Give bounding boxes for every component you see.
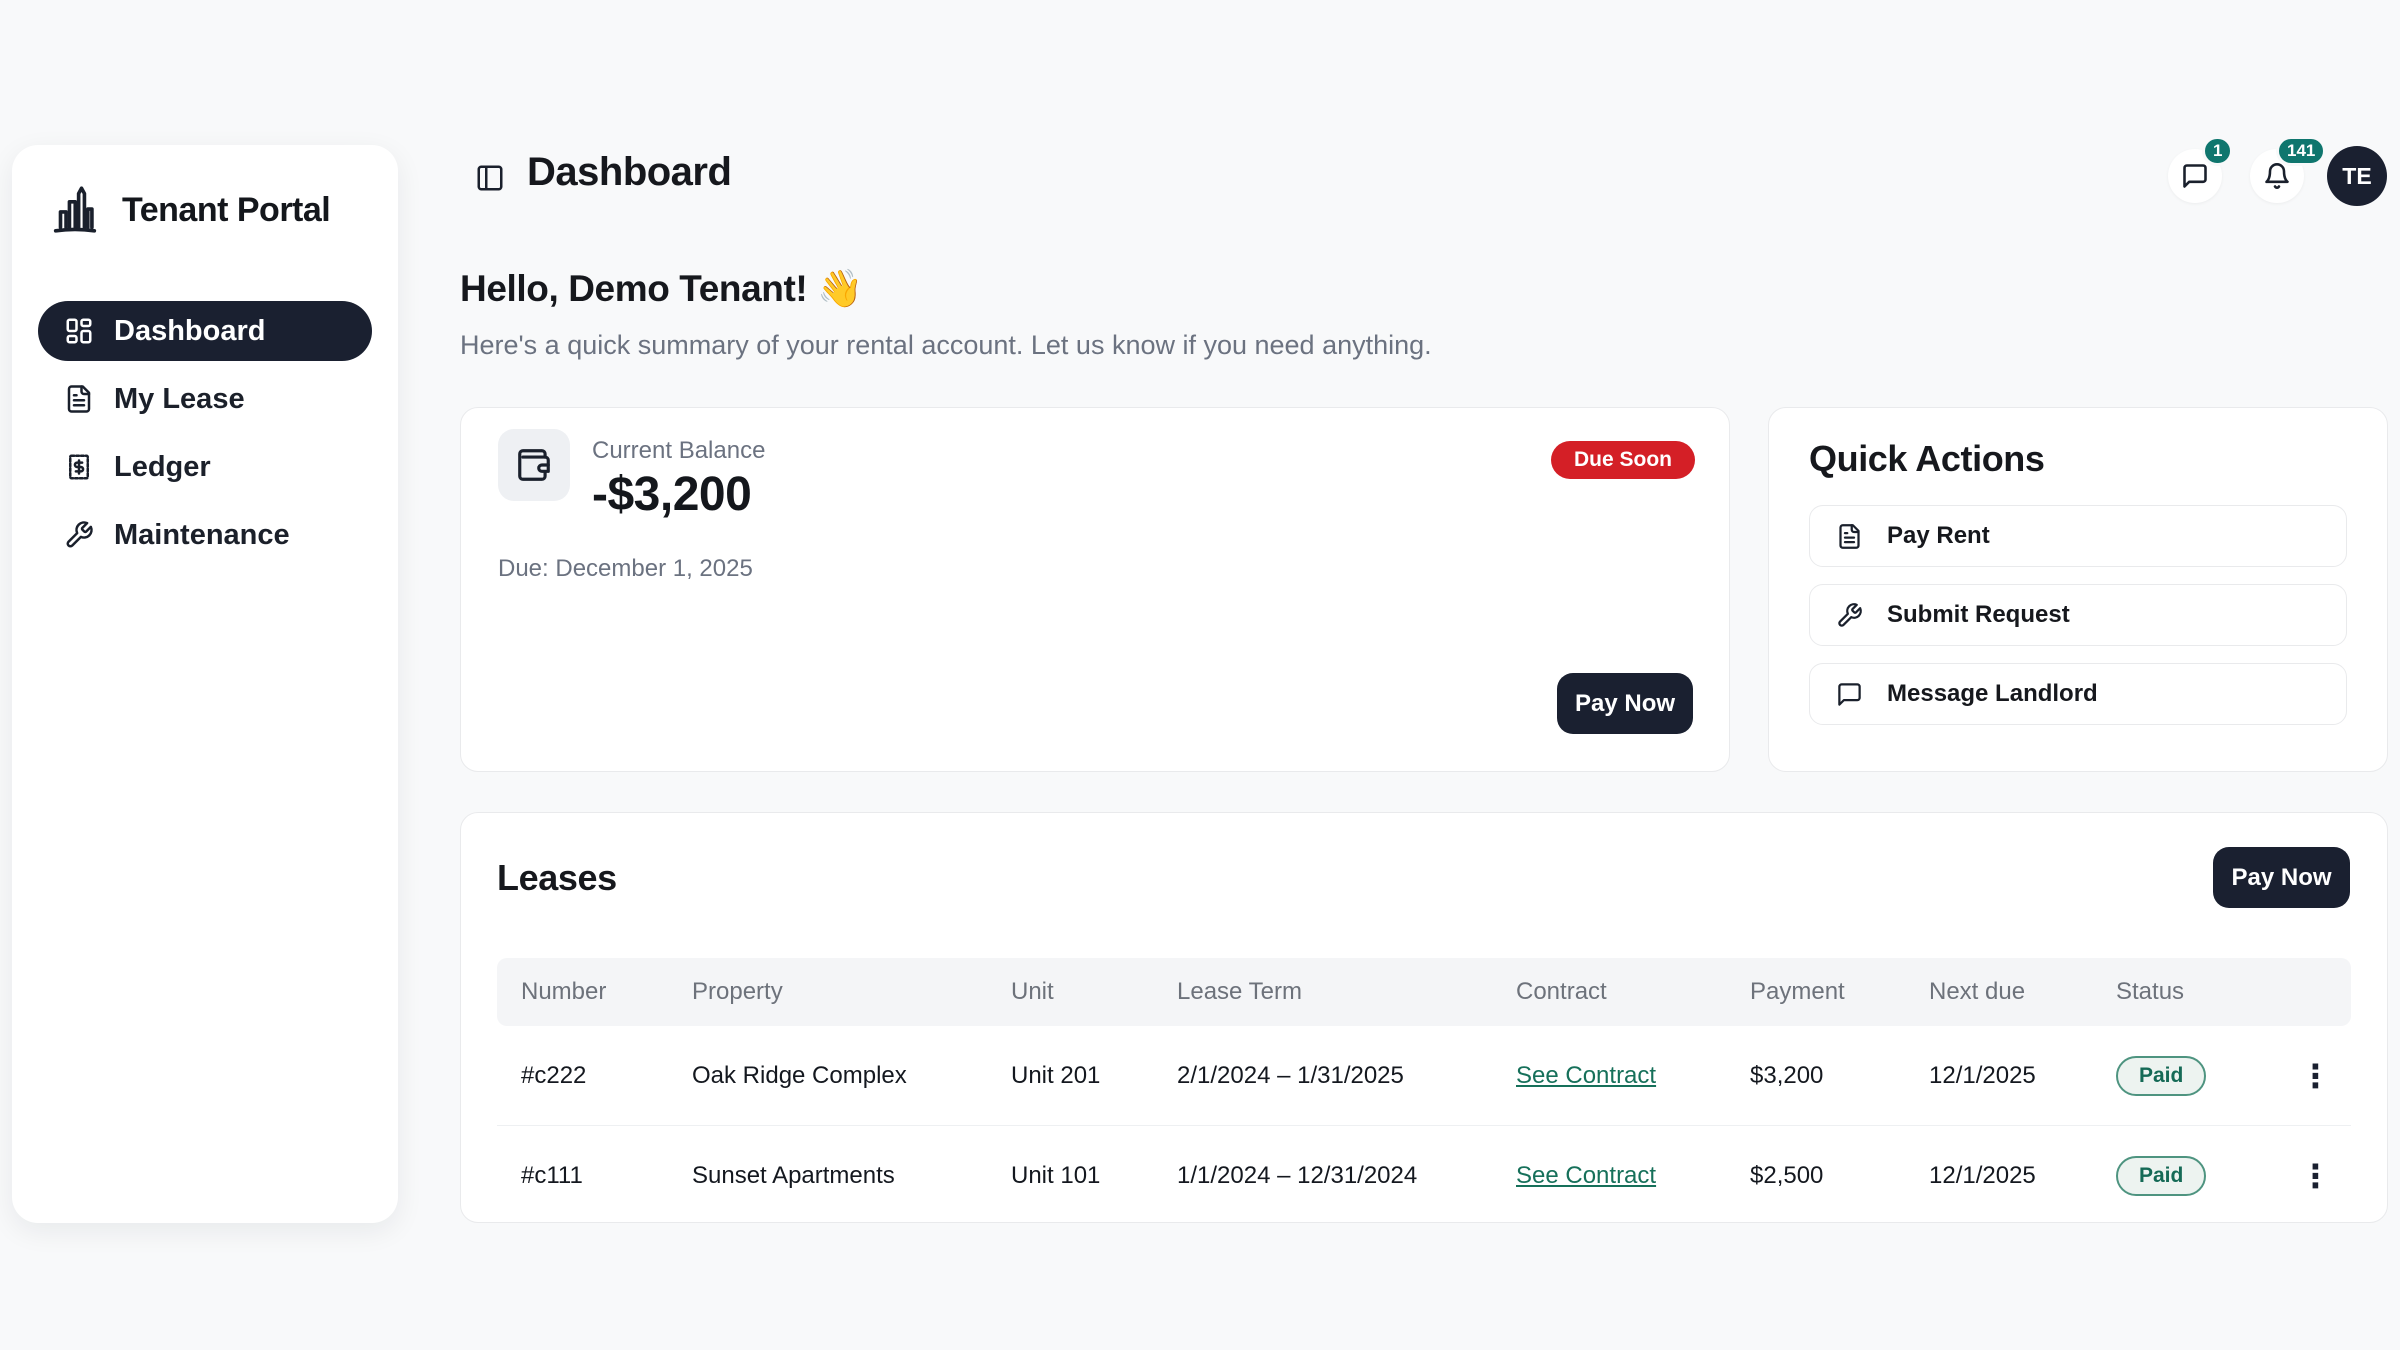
brand-title: Tenant Portal <box>122 191 330 230</box>
due-date-text: Due: December 1, 2025 <box>498 555 753 583</box>
bell-icon <box>2263 162 2291 190</box>
tenant-portal-app: Tenant Portal Dashboard My Lease <box>0 0 2400 1350</box>
lease-property: Oak Ridge Complex <box>668 1062 987 1090</box>
city-buildings-icon <box>46 181 104 239</box>
column-header-number: Number <box>497 978 668 1006</box>
chat-bubble-icon <box>1836 681 1863 708</box>
wave-emoji: 👋 <box>817 268 863 309</box>
balance-label: Current Balance <box>592 437 765 465</box>
kebab-menu-icon[interactable]: ⋮ <box>2280 1157 2351 1195</box>
document-icon <box>64 384 94 414</box>
notifications-count-badge: 141 <box>2276 136 2326 166</box>
wrench-icon <box>1836 602 1863 629</box>
see-contract-link[interactable]: See Contract <box>1516 1062 1656 1089</box>
message-landlord-button[interactable]: Message Landlord <box>1809 663 2347 725</box>
leases-title: Leases <box>497 857 617 899</box>
lease-number: #c111 <box>497 1162 668 1190</box>
lease-property: Sunset Apartments <box>668 1162 987 1190</box>
table-row: #c111 Sunset Apartments Unit 101 1/1/202… <box>497 1126 2351 1223</box>
greeting-subtitle: Here's a quick summary of your rental ac… <box>460 330 1432 361</box>
sidebar-item-my-lease[interactable]: My Lease <box>38 369 372 429</box>
column-header-next-due: Next due <box>1905 978 2092 1006</box>
receipt-dollar-icon <box>64 452 94 482</box>
sidebar-item-label: Ledger <box>114 451 211 484</box>
balance-summary: Current Balance -$3,200 <box>498 429 765 522</box>
current-balance-card: Current Balance -$3,200 Due Soon Due: De… <box>460 407 1730 772</box>
status-badge: Paid <box>2116 1056 2206 1096</box>
panel-left-icon <box>475 163 505 193</box>
column-header-property: Property <box>668 978 987 1006</box>
action-label: Message Landlord <box>1887 680 2098 708</box>
due-soon-badge: Due Soon <box>1551 441 1695 479</box>
column-header-unit: Unit <box>987 978 1153 1006</box>
column-header-contract: Contract <box>1492 978 1726 1006</box>
leases-card: Leases Pay Now Number Property Unit Leas… <box>460 812 2388 1223</box>
submit-request-button[interactable]: Submit Request <box>1809 584 2347 646</box>
lease-unit: Unit 201 <box>987 1062 1153 1090</box>
dashboard-grid-icon <box>64 316 94 346</box>
leases-table: Number Property Unit Lease Term Contract… <box>497 958 2351 1223</box>
sidebar-nav: Dashboard My Lease Ledger <box>12 301 398 565</box>
lease-term: 2/1/2024 – 1/31/2025 <box>1153 1062 1492 1090</box>
column-header-lease-term: Lease Term <box>1153 978 1492 1006</box>
sidebar-toggle-button[interactable] <box>468 156 512 200</box>
page-title: Dashboard <box>527 150 731 195</box>
lease-payment: $2,500 <box>1726 1162 1905 1190</box>
sidebar: Tenant Portal Dashboard My Lease <box>12 145 398 1223</box>
kebab-menu-icon[interactable]: ⋮ <box>2280 1057 2351 1095</box>
lease-term: 1/1/2024 – 12/31/2024 <box>1153 1162 1492 1190</box>
column-header-status: Status <box>2092 978 2280 1006</box>
greeting-title: Hello, Demo Tenant! 👋 <box>460 268 863 311</box>
table-header-row: Number Property Unit Lease Term Contract… <box>497 958 2351 1026</box>
document-icon <box>1836 523 1863 550</box>
lease-number: #c222 <box>497 1062 668 1090</box>
sidebar-item-label: Dashboard <box>114 315 265 348</box>
lease-next-due: 12/1/2025 <box>1905 1062 2092 1090</box>
quick-actions-card: Quick Actions Pay Rent Submit Request Me… <box>1768 407 2388 772</box>
status-badge: Paid <box>2116 1156 2206 1196</box>
leases-pay-now-button[interactable]: Pay Now <box>2213 847 2350 908</box>
pay-now-button[interactable]: Pay Now <box>1557 673 1693 734</box>
lease-unit: Unit 101 <box>987 1162 1153 1190</box>
sidebar-item-label: Maintenance <box>114 519 290 552</box>
wrench-icon <box>64 520 94 550</box>
sidebar-item-dashboard[interactable]: Dashboard <box>38 301 372 361</box>
wallet-icon-tile <box>498 429 570 501</box>
pay-rent-button[interactable]: Pay Rent <box>1809 505 2347 567</box>
action-label: Pay Rent <box>1887 522 1990 550</box>
sidebar-item-label: My Lease <box>114 383 245 416</box>
balance-text-block: Current Balance -$3,200 <box>592 429 765 522</box>
messages-count-badge: 1 <box>2202 136 2233 166</box>
table-row: #c222 Oak Ridge Complex Unit 201 2/1/202… <box>497 1026 2351 1126</box>
see-contract-link[interactable]: See Contract <box>1516 1162 1656 1189</box>
quick-actions-title: Quick Actions <box>1809 438 2347 480</box>
chat-bubble-icon <box>2181 162 2209 190</box>
sidebar-item-ledger[interactable]: Ledger <box>38 437 372 497</box>
lease-next-due: 12/1/2025 <box>1905 1162 2092 1190</box>
balance-amount: -$3,200 <box>592 467 765 522</box>
sidebar-item-maintenance[interactable]: Maintenance <box>38 505 372 565</box>
action-label: Submit Request <box>1887 601 2070 629</box>
brand: Tenant Portal <box>46 181 398 239</box>
column-header-payment: Payment <box>1726 978 1905 1006</box>
user-avatar[interactable]: TE <box>2327 146 2387 206</box>
wallet-icon <box>515 446 553 484</box>
lease-payment: $3,200 <box>1726 1062 1905 1090</box>
